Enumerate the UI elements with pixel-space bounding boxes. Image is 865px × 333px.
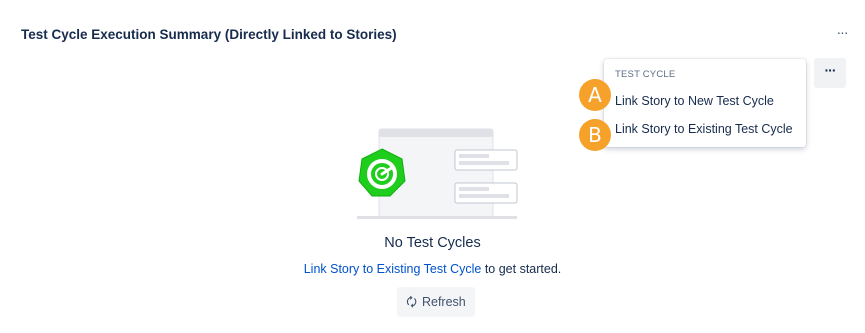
dropdown-section-label: TEST CYCLE	[615, 69, 676, 80]
link-story-existing-link[interactable]: Link Story to Existing Test Cycle	[304, 262, 482, 276]
refresh-button[interactable]: 🗘 Refresh	[397, 287, 475, 317]
test-cycle-dropdown: TEST CYCLE Link Story to New Test Cycle …	[604, 59, 806, 147]
panel-title: Test Cycle Execution Summary (Directly L…	[21, 27, 397, 42]
refresh-button-label: Refresh	[421, 295, 466, 309]
annotation-marker-b: B	[579, 119, 611, 151]
annotation-marker-a: A	[579, 79, 611, 111]
test-cycle-menu-button[interactable]: ···	[814, 58, 846, 88]
panel-more-icon[interactable]: ···	[834, 25, 850, 42]
empty-state-illustration	[355, 125, 525, 220]
zephyr-logo-icon	[358, 148, 406, 197]
empty-state-message: Link Story to Existing Test Cycle to get…	[0, 262, 865, 276]
refresh-icon: 🗘	[406, 295, 417, 309]
link-story-existing-test-cycle-item[interactable]: Link Story to Existing Test Cycle	[615, 122, 793, 136]
empty-state-message-suffix: to get started.	[481, 262, 562, 276]
link-story-new-test-cycle-item[interactable]: Link Story to New Test Cycle	[615, 94, 774, 108]
empty-state-title: No Test Cycles	[384, 235, 481, 251]
